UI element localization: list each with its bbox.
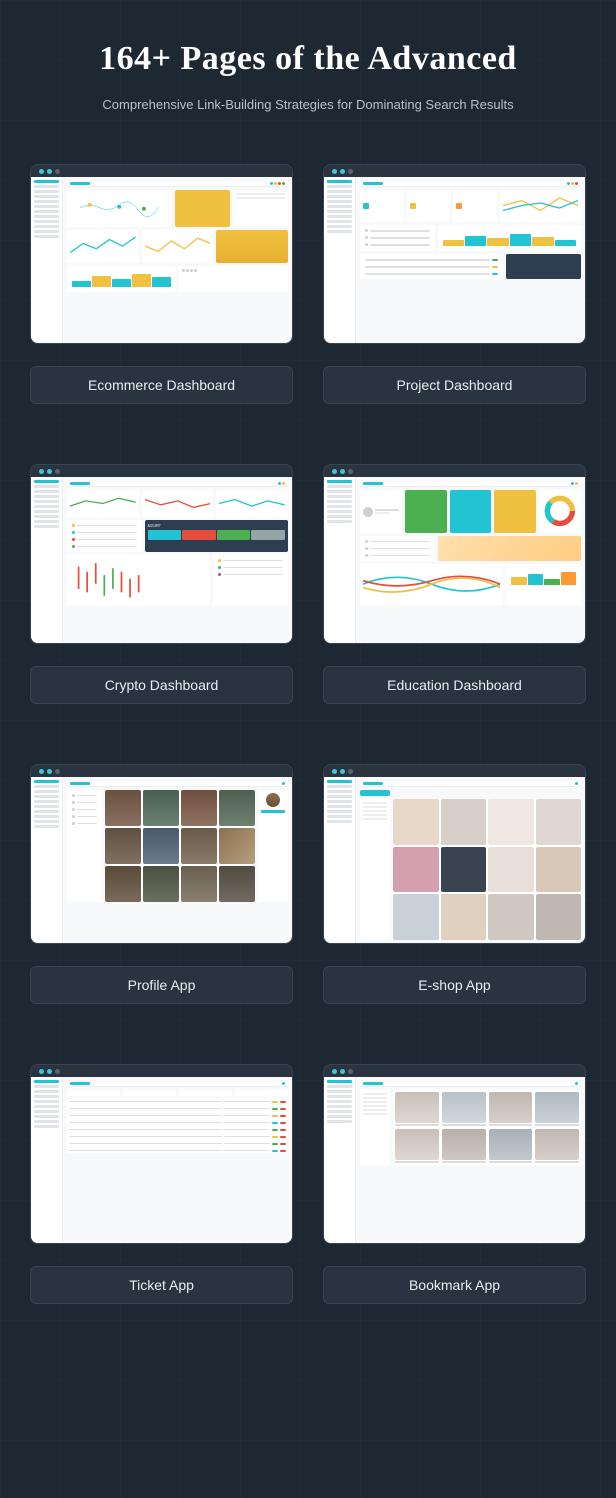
card-label[interactable]: E-shop App: [323, 966, 586, 1004]
preview-eshop[interactable]: [323, 764, 586, 944]
card-label[interactable]: Profile App: [30, 966, 293, 1004]
card-label[interactable]: Education Dashboard: [323, 666, 586, 704]
card-project: Project Dashboard: [323, 164, 586, 404]
card-profile: Profile App: [30, 764, 293, 1004]
preview-bookmark[interactable]: [323, 1064, 586, 1244]
preview-ecommerce[interactable]: [30, 164, 293, 344]
page-subtitle: Comprehensive Link-Building Strategies f…: [68, 96, 548, 114]
card-education: Education Dashboard: [323, 464, 586, 704]
preview-grid: Ecommerce Dashboard: [30, 164, 586, 1304]
preview-project[interactable]: [323, 164, 586, 344]
card-label[interactable]: Ticket App: [30, 1266, 293, 1304]
card-label[interactable]: Project Dashboard: [323, 366, 586, 404]
preview-ticket[interactable]: [30, 1064, 293, 1244]
mini-sidebar: [31, 177, 63, 343]
card-eshop: E-shop App: [323, 764, 586, 1004]
page-header: 164+ Pages of the Advanced Comprehensive…: [30, 40, 586, 114]
card-label[interactable]: Ecommerce Dashboard: [30, 366, 293, 404]
window-titlebar: [31, 165, 292, 177]
card-ticket: Ticket App: [30, 1064, 293, 1304]
preview-education[interactable]: [323, 464, 586, 644]
world-map-icon: [70, 193, 168, 223]
page-title: 164+ Pages of the Advanced: [30, 40, 586, 78]
wave-chart: [363, 567, 500, 601]
card-label[interactable]: Bookmark App: [323, 1266, 586, 1304]
candlestick-chart: [70, 558, 207, 601]
donut-chart-icon: [542, 493, 578, 529]
preview-profile[interactable]: [30, 764, 293, 944]
preview-crypto[interactable]: $45,897: [30, 464, 293, 644]
window-titlebar: [324, 165, 585, 177]
card-label[interactable]: Crypto Dashboard: [30, 666, 293, 704]
card-bookmark: Bookmark App: [323, 1064, 586, 1304]
card-ecommerce: Ecommerce Dashboard: [30, 164, 293, 404]
card-crypto: $45,897: [30, 464, 293, 704]
